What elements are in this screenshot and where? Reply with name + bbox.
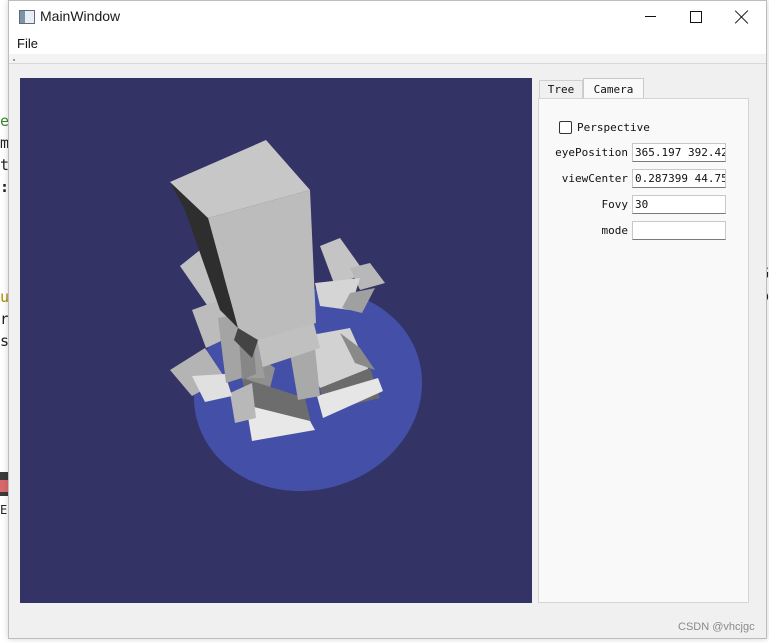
toolbar: [9, 54, 766, 64]
main-window: MainWindow File Tree Camera Perspective …: [8, 0, 767, 639]
app-window-icon: [19, 10, 35, 24]
title-bar[interactable]: MainWindow: [9, 1, 766, 32]
background-char: E: [0, 503, 8, 517]
view-center-label: viewCenter: [561, 172, 628, 185]
menu-file[interactable]: File: [17, 36, 38, 51]
side-panel: Tree Camera Perspective eyePosition 365.…: [538, 78, 749, 603]
maximize-button[interactable]: [673, 1, 719, 32]
eye-position-row: eyePosition 365.197 392.423: [539, 143, 750, 163]
fovy-label: Fovy: [601, 198, 629, 211]
window-title: MainWindow: [40, 8, 121, 24]
menu-bar: File: [9, 32, 766, 54]
perspective-label: Perspective: [577, 121, 650, 134]
fovy-field[interactable]: 30: [632, 195, 726, 214]
eye-position-field[interactable]: 365.197 392.423: [632, 143, 726, 162]
perspective-checkbox[interactable]: [559, 121, 572, 134]
minimize-button[interactable]: [627, 1, 673, 32]
maximize-icon: [690, 10, 702, 23]
mode-row: mode: [539, 221, 750, 241]
tab-bar: Tree Camera: [538, 78, 749, 99]
tab-camera[interactable]: Camera: [583, 78, 644, 99]
watermark: CSDN @vhcjgc: [678, 621, 755, 633]
3d-scene: [170, 140, 423, 492]
background-bar-accent: [0, 480, 8, 492]
mode-field[interactable]: [632, 221, 726, 240]
mode-label: mode: [601, 224, 629, 237]
minimize-icon: [644, 16, 656, 17]
view-center-row: viewCenter 0.287399 44.754: [539, 169, 750, 189]
close-icon: [735, 10, 749, 24]
perspective-checkbox-row[interactable]: Perspective: [559, 121, 650, 134]
eye-position-label: eyePosition: [555, 146, 628, 159]
toolbar-handle[interactable]: [13, 59, 15, 61]
close-button[interactable]: [719, 1, 765, 32]
tab-tree[interactable]: Tree: [539, 80, 583, 98]
view-center-field[interactable]: 0.287399 44.754: [632, 169, 726, 188]
fovy-row: Fovy 30: [539, 195, 750, 215]
3d-viewport[interactable]: [20, 78, 532, 603]
camera-tab-page: Perspective eyePosition 365.197 392.423 …: [538, 98, 749, 603]
